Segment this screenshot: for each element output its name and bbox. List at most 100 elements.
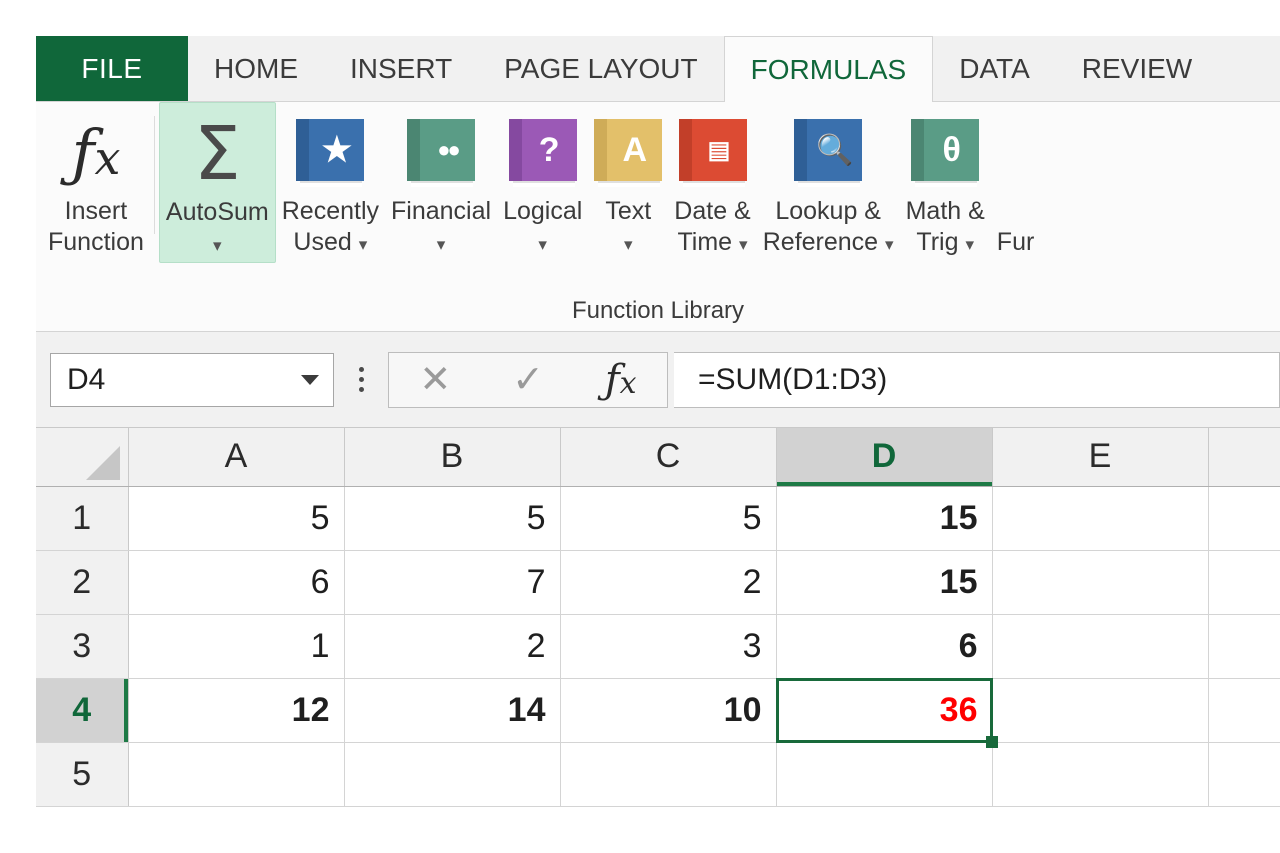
cell-b1[interactable]: 5 (344, 486, 561, 551)
autosum-dropdown-caret[interactable]: ▾ (213, 236, 222, 255)
text-label: Text (605, 197, 652, 225)
excel-window: FILE HOME INSERT PAGE LAYOUT FORMULAS DA… (36, 36, 1280, 853)
cell-d1[interactable]: 15 (776, 486, 993, 551)
cell-d3[interactable]: 6 (776, 614, 993, 679)
ribbon-function-library-group: ƒx Insert Function Σ AutoSum ▾ ★ Recentl… (36, 102, 1280, 332)
column-header-c[interactable]: C (560, 428, 777, 487)
table-row: 1 5 5 5 15 (36, 486, 1280, 551)
cell-f3[interactable] (1208, 614, 1280, 679)
column-header-e[interactable]: E (992, 428, 1209, 487)
cell-f1[interactable] (1208, 486, 1280, 551)
cell-e2[interactable] (992, 550, 1209, 615)
cell-d4-value: 36 (939, 690, 978, 729)
tab-data[interactable]: DATA (933, 36, 1056, 101)
math-trig-dropdown-caret[interactable]: ▾ (965, 235, 974, 254)
tab-page-layout[interactable]: PAGE LAYOUT (478, 36, 723, 101)
tab-insert[interactable]: INSERT (324, 36, 478, 101)
name-box[interactable]: D4 (50, 352, 334, 407)
row-header-1[interactable]: 1 (36, 486, 129, 551)
cell-d4[interactable]: 36 (775, 677, 998, 748)
confirm-icon[interactable]: ✓ (512, 361, 544, 399)
cell-b3[interactable]: 2 (344, 614, 561, 679)
ribbon-button-math-trig[interactable]: θ Math & Trig ▾ (900, 102, 991, 257)
tab-insert-label: INSERT (350, 52, 453, 84)
cell-c5[interactable] (560, 742, 777, 807)
cell-a3[interactable]: 1 (128, 614, 345, 679)
cell-c4[interactable]: 10 (560, 678, 777, 743)
ribbon-button-recently-used[interactable]: ★ Recently Used ▾ (276, 102, 385, 257)
cell-e4[interactable] (992, 678, 1209, 743)
date-time-dropdown-caret[interactable]: ▾ (739, 235, 748, 254)
ribbon-button-date-time[interactable]: ▤ Date & Time ▾ (668, 102, 756, 257)
book-star-icon: ★ (296, 110, 365, 196)
book-question-icon: ? (508, 110, 577, 196)
ribbon-divider (153, 116, 155, 234)
cell-d5[interactable] (776, 742, 993, 807)
cell-b5[interactable] (344, 742, 561, 807)
ribbon-button-text[interactable]: A Text ▾ (588, 102, 668, 257)
cell-b2[interactable]: 7 (344, 550, 561, 615)
cell-e5[interactable] (992, 742, 1209, 807)
fill-handle[interactable] (985, 735, 998, 748)
cell-a5[interactable] (128, 742, 345, 807)
chevron-down-icon[interactable] (301, 374, 319, 385)
lookup-reference-dropdown-caret[interactable]: ▾ (885, 235, 894, 254)
column-header-row: A B C D E (36, 428, 1280, 487)
insert-function-label-line2: Function (48, 227, 144, 256)
insert-function-icon[interactable]: ƒx (605, 360, 637, 400)
fx-icon: ƒx (71, 116, 121, 189)
cell-a1[interactable]: 5 (128, 486, 345, 551)
ribbon-button-lookup-reference[interactable]: 🔍 Lookup & Reference ▾ (757, 102, 900, 257)
ribbon-button-logical[interactable]: ? Logical ▾ (497, 102, 588, 257)
cell-f5[interactable] (1208, 742, 1280, 807)
cell-e1[interactable] (992, 486, 1209, 551)
cell-c3[interactable]: 3 (560, 614, 777, 679)
table-row: 2 6 7 2 15 (36, 550, 1280, 615)
date-time-label-line2: Time (677, 227, 733, 256)
tab-data-label: DATA (959, 52, 1030, 84)
cell-d2[interactable]: 15 (776, 550, 993, 615)
ribbon-button-insert-function[interactable]: ƒx Insert Function (42, 102, 150, 257)
column-header-overflow[interactable] (1208, 428, 1280, 487)
table-row: 3 1 2 3 6 (36, 614, 1280, 679)
cell-f4[interactable] (1208, 678, 1280, 743)
tab-formulas[interactable]: FORMULAS (723, 36, 934, 102)
column-header-a[interactable]: A (128, 428, 345, 487)
formula-bar-grip[interactable] (342, 367, 380, 392)
recently-used-dropdown-caret[interactable]: ▾ (359, 235, 368, 254)
row-header-4[interactable]: 4 (36, 678, 129, 743)
tab-file[interactable]: FILE (36, 36, 188, 101)
tab-home[interactable]: HOME (188, 36, 324, 101)
tab-review[interactable]: REVIEW (1056, 36, 1218, 101)
financial-label: Financial (391, 197, 492, 225)
tab-review-label: REVIEW (1081, 52, 1193, 84)
name-box-value: D4 (67, 362, 106, 396)
cell-a2[interactable]: 6 (128, 550, 345, 615)
table-row: 5 (36, 742, 1280, 807)
recently-used-label-line2: Used (293, 227, 352, 256)
cell-a4[interactable]: 12 (128, 678, 345, 743)
cell-c2[interactable]: 2 (560, 550, 777, 615)
financial-dropdown-caret[interactable]: ▾ (437, 235, 446, 254)
column-header-b[interactable]: B (344, 428, 561, 487)
text-dropdown-caret[interactable]: ▾ (624, 235, 633, 254)
ribbon-button-autosum[interactable]: Σ AutoSum ▾ (158, 102, 276, 263)
recently-used-label-line1: Recently (281, 197, 379, 225)
insert-function-label-line1: Insert (64, 197, 128, 225)
math-trig-label-line1: Math & (905, 197, 985, 225)
cancel-icon[interactable]: ✕ (419, 361, 451, 399)
select-all-corner[interactable] (36, 428, 129, 487)
cell-f2[interactable] (1208, 550, 1280, 615)
ribbon-button-financial[interactable]: ●● Financial ▾ (385, 102, 497, 257)
lookup-reference-label-line1: Lookup & (775, 197, 881, 225)
ribbon-button-more-functions[interactable]: Fur (991, 102, 1041, 257)
cell-c1[interactable]: 5 (560, 486, 777, 551)
row-header-3[interactable]: 3 (36, 614, 129, 679)
cell-e3[interactable] (992, 614, 1209, 679)
logical-dropdown-caret[interactable]: ▾ (538, 235, 547, 254)
row-header-2[interactable]: 2 (36, 550, 129, 615)
column-header-d[interactable]: D (776, 428, 993, 487)
row-header-5[interactable]: 5 (36, 742, 129, 807)
cell-b4[interactable]: 14 (344, 678, 561, 743)
formula-input[interactable]: =SUM(D1:D3) (674, 351, 1280, 408)
